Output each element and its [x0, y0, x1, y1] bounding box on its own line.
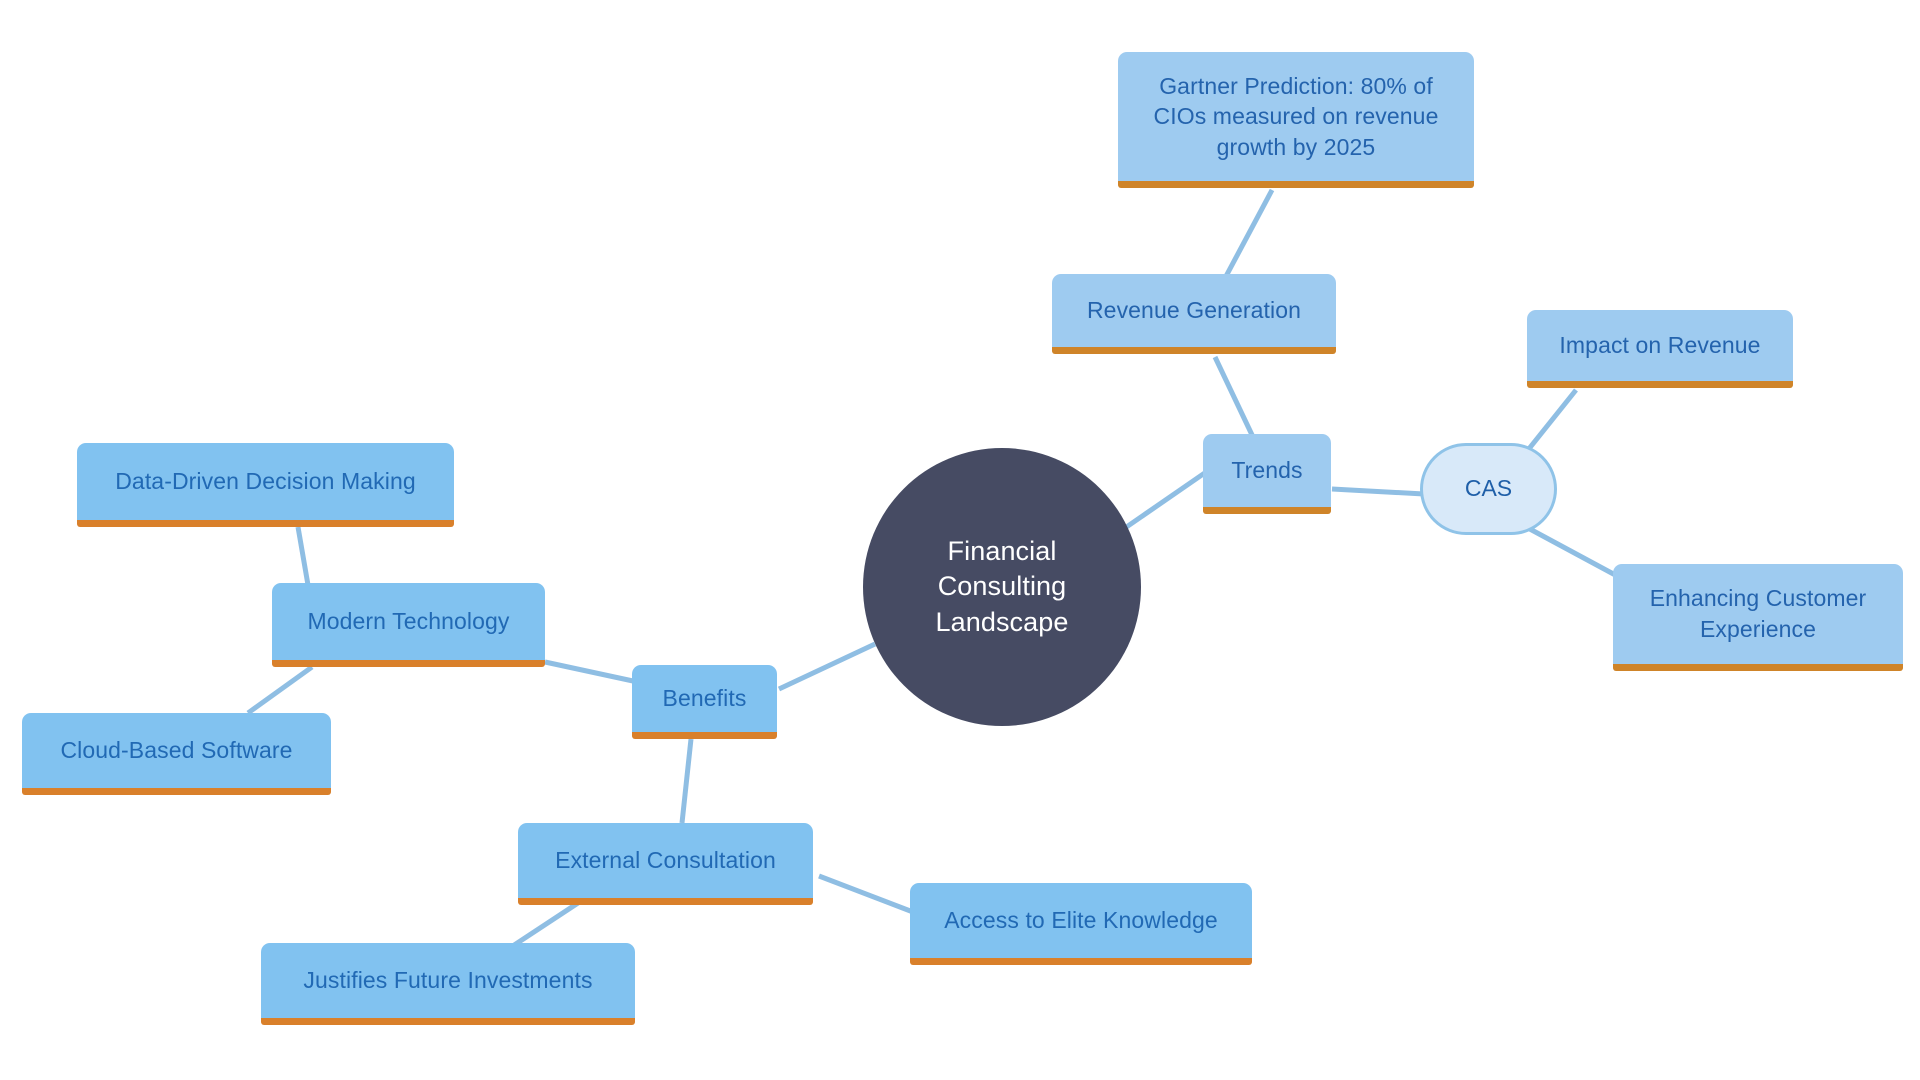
node-modern-technology-label: Modern Technology	[307, 608, 510, 635]
node-external-consultation[interactable]: External Consultation	[518, 823, 813, 905]
edge-benefits-external	[679, 738, 694, 824]
node-gartner-prediction-label: Gartner Prediction: 80% of CIOs measured…	[1153, 72, 1439, 160]
node-enhancing-customer-experience-label: Enhancing Customer Experience	[1649, 585, 1867, 642]
edge-modern-cloud	[246, 664, 314, 716]
mind-map-canvas: Financial Consulting Landscape Gartner P…	[0, 0, 1920, 1080]
edge-cas-impact	[1522, 388, 1578, 457]
node-external-consultation-label: External Consultation	[555, 847, 776, 874]
node-benefits[interactable]: Benefits	[632, 665, 777, 739]
edge-trends-cas	[1331, 486, 1425, 497]
node-access-to-elite-knowledge[interactable]: Access to Elite Knowledge	[910, 883, 1252, 965]
node-enhancing-customer-experience[interactable]: Enhancing Customer Experience	[1613, 564, 1903, 671]
node-cas[interactable]: CAS	[1420, 443, 1557, 535]
root-node-label: Financial Consulting Landscape	[935, 535, 1069, 637]
node-cloud-based-software[interactable]: Cloud-Based Software	[22, 713, 331, 795]
node-cloud-based-software-label: Cloud-Based Software	[60, 737, 293, 764]
edge-trends-revenue	[1212, 355, 1256, 439]
edge-revenue-gartner	[1221, 188, 1275, 282]
node-data-driven-decision-making-label: Data-Driven Decision Making	[115, 468, 416, 495]
node-benefits-label: Benefits	[662, 685, 747, 712]
node-revenue-generation-label: Revenue Generation	[1086, 297, 1302, 324]
node-impact-on-revenue[interactable]: Impact on Revenue	[1527, 310, 1793, 388]
node-revenue-generation[interactable]: Revenue Generation	[1052, 274, 1336, 354]
node-access-to-elite-knowledge-label: Access to Elite Knowledge	[944, 907, 1218, 934]
node-trends[interactable]: Trends	[1203, 434, 1331, 514]
node-trends-label: Trends	[1231, 457, 1303, 484]
node-cas-label: CAS	[1464, 475, 1513, 502]
edge-external-elite	[818, 873, 914, 915]
node-justifies-future-investments[interactable]: Justifies Future Investments	[261, 943, 635, 1025]
edge-benefits-modern	[544, 659, 634, 684]
node-modern-technology[interactable]: Modern Technology	[272, 583, 545, 667]
node-gartner-prediction[interactable]: Gartner Prediction: 80% of CIOs measured…	[1118, 52, 1474, 188]
node-data-driven-decision-making[interactable]: Data-Driven Decision Making	[77, 443, 454, 527]
root-node-financial-consulting-landscape[interactable]: Financial Consulting Landscape	[863, 448, 1141, 726]
edge-root-trends	[1123, 467, 1211, 531]
node-impact-on-revenue-label: Impact on Revenue	[1559, 332, 1761, 359]
edge-modern-datadriven	[295, 526, 311, 586]
edge-root-benefits	[777, 641, 877, 692]
node-justifies-future-investments-label: Justifies Future Investments	[303, 967, 593, 994]
